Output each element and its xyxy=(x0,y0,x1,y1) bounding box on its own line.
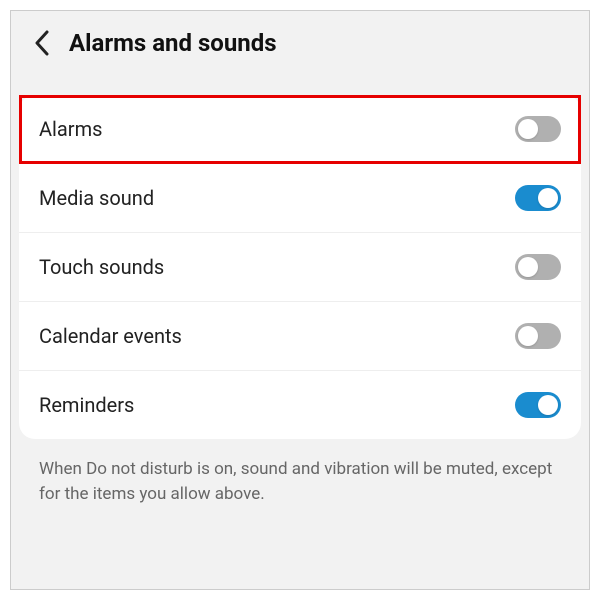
row-calendar-events[interactable]: Calendar events xyxy=(19,302,581,371)
row-alarms[interactable]: Alarms xyxy=(19,95,581,164)
toggle-knob xyxy=(518,257,538,277)
page-title: Alarms and sounds xyxy=(69,29,277,57)
toggle-knob xyxy=(518,326,538,346)
header: Alarms and sounds xyxy=(19,15,581,75)
row-label: Touch sounds xyxy=(39,255,164,279)
row-media-sound[interactable]: Media sound xyxy=(19,164,581,233)
toggle-alarms[interactable] xyxy=(515,116,561,142)
settings-list: Alarms Media sound Touch sounds Calendar… xyxy=(19,95,581,439)
settings-panel: Alarms and sounds Alarms Media sound Tou… xyxy=(10,10,590,590)
row-label: Alarms xyxy=(39,117,102,141)
row-label: Reminders xyxy=(39,393,134,417)
footer-description: When Do not disturb is on, sound and vib… xyxy=(19,439,581,516)
toggle-touch-sounds[interactable] xyxy=(515,254,561,280)
toggle-media-sound[interactable] xyxy=(515,185,561,211)
toggle-knob xyxy=(538,188,558,208)
row-reminders[interactable]: Reminders xyxy=(19,371,581,439)
row-label: Calendar events xyxy=(39,324,182,348)
row-touch-sounds[interactable]: Touch sounds xyxy=(19,233,581,302)
row-label: Media sound xyxy=(39,186,154,210)
back-icon[interactable] xyxy=(29,30,55,56)
toggle-reminders[interactable] xyxy=(515,392,561,418)
toggle-knob xyxy=(538,395,558,415)
toggle-calendar-events[interactable] xyxy=(515,323,561,349)
toggle-knob xyxy=(518,119,538,139)
